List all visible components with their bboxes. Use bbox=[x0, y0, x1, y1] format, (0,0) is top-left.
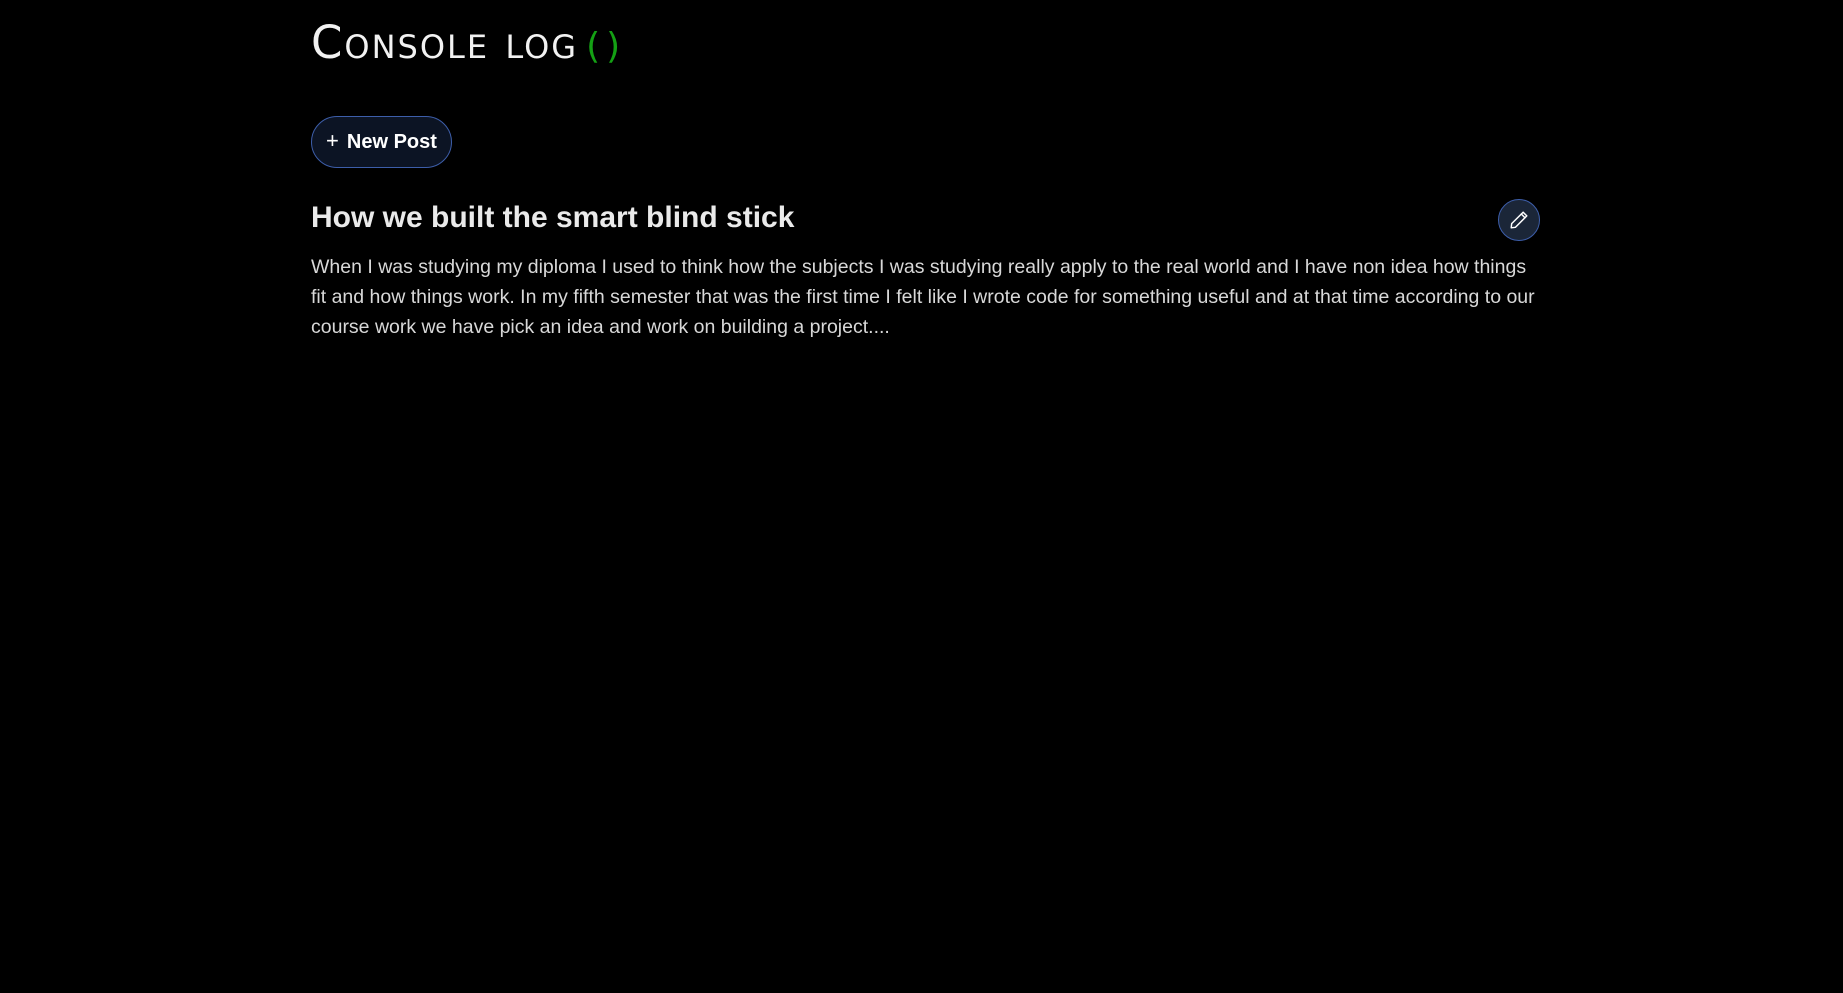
plus-icon: + bbox=[326, 128, 339, 153]
new-post-button[interactable]: + New Post bbox=[311, 116, 452, 168]
new-post-label: New Post bbox=[346, 130, 437, 153]
edit-post-button[interactable] bbox=[1498, 199, 1540, 241]
parens-logo-mark: () bbox=[586, 26, 627, 67]
post-title[interactable]: How we built the smart blind stick bbox=[311, 201, 794, 235]
site-title: Console log bbox=[311, 16, 579, 69]
site-logo[interactable]: Console log () bbox=[311, 20, 626, 70]
post-excerpt: When I was studying my diploma I used to… bbox=[311, 256, 1535, 338]
pencil-icon bbox=[1510, 211, 1528, 229]
